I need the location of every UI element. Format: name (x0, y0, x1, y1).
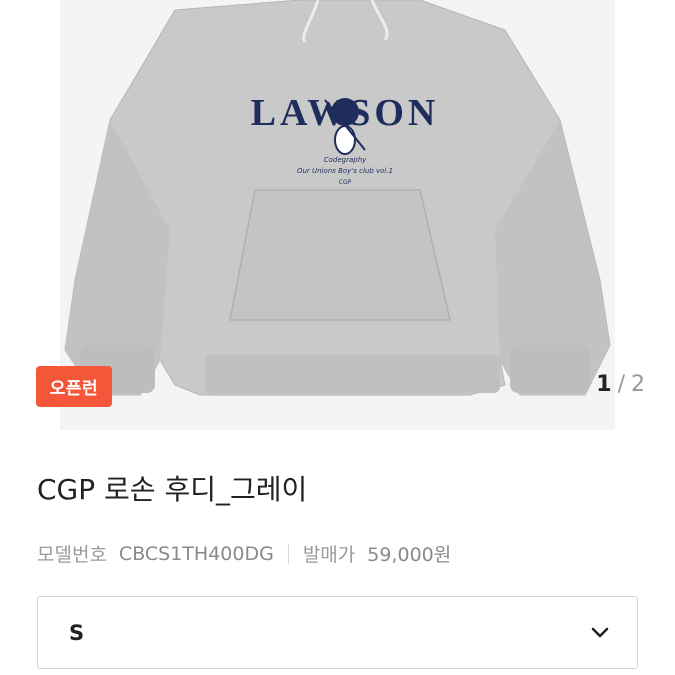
image-pager: 1/2 (596, 372, 645, 397)
release-price-value: 59,000원 (367, 544, 452, 566)
product-meta: 모델번호 CBCS1TH400DG 발매가 59,000원 (37, 540, 451, 567)
svg-text:CGP: CGP (339, 179, 352, 186)
size-select[interactable]: S (37, 596, 638, 669)
pager-separator: / (617, 372, 625, 397)
svg-text:Our Unions Boy's club vol.1: Our Unions Boy's club vol.1 (297, 167, 393, 175)
product-title: CGP 로손 후디_그레이 (37, 473, 308, 506)
pager-total: 2 (631, 372, 645, 397)
chevron-down-icon (591, 627, 609, 637)
svg-text:Codegraphy: Codegraphy (324, 156, 367, 164)
meta-divider (287, 543, 289, 564)
size-select-value: S (69, 620, 85, 645)
model-number-value: CBCS1TH400DG (118, 542, 274, 565)
product-image-carousel[interactable]: LAWSON Codegraphy Our Unions Boy's club … (0, 0, 675, 430)
pager-current: 1 (596, 372, 612, 397)
model-number-label: 모델번호 (37, 544, 107, 566)
release-price-label: 발매가 (302, 544, 356, 566)
open-run-badge: 오픈런 (36, 366, 112, 407)
